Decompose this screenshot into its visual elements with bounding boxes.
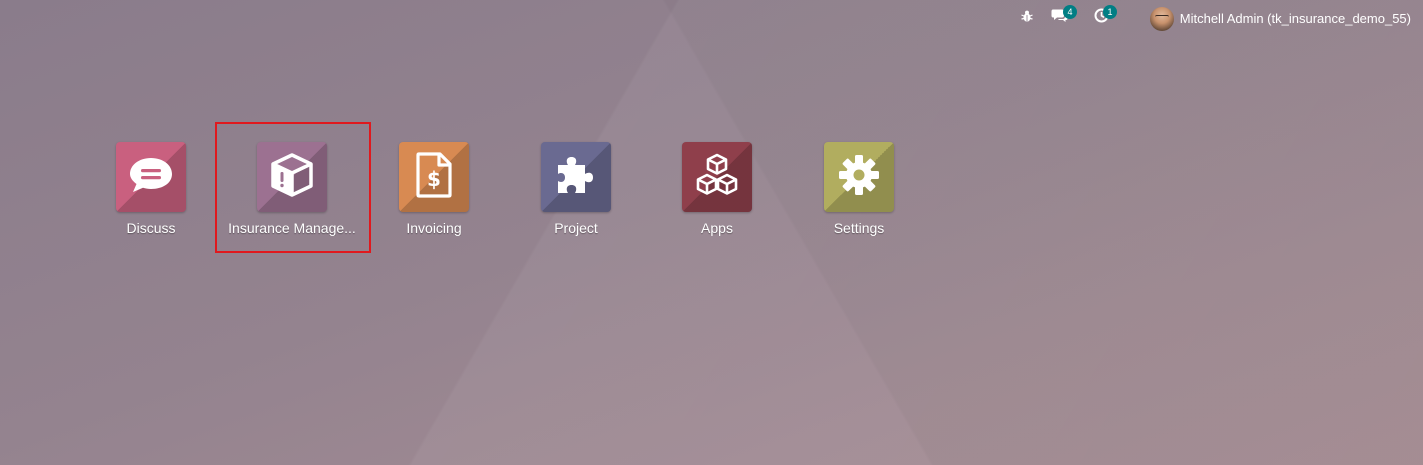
- box-warning-icon: [269, 152, 315, 203]
- svg-text:$: $: [427, 167, 441, 191]
- gear-icon: [837, 153, 881, 202]
- chat-bubble-icon: [127, 155, 175, 200]
- app-settings[interactable]: Settings: [789, 142, 929, 242]
- avatar: [1149, 6, 1174, 31]
- app-apps-tile: [682, 142, 752, 212]
- app-discuss[interactable]: Discuss: [81, 142, 221, 242]
- app-invoicing-tile: $: [399, 142, 469, 212]
- activities-button[interactable]: 1: [1094, 5, 1117, 28]
- user-menu[interactable]: Mitchell Admin (tk_insurance_demo_55): [1149, 6, 1411, 31]
- debug-button[interactable]: [1020, 8, 1034, 28]
- messages-button[interactable]: 4: [1051, 5, 1077, 28]
- app-invoicing-label: Invoicing: [406, 220, 462, 236]
- app-project-label: Project: [554, 220, 598, 236]
- messages-count-badge: 4: [1063, 5, 1077, 19]
- user-name: Mitchell Admin (tk_insurance_demo_55): [1179, 11, 1411, 26]
- app-settings-label: Settings: [833, 220, 885, 236]
- bug-icon: [1020, 9, 1034, 28]
- app-discuss-tile: [116, 142, 186, 212]
- app-apps[interactable]: Apps: [647, 142, 787, 242]
- puzzle-icon: [552, 151, 600, 204]
- top-navbar: 4 1 Mitchell Admin (tk_insurance_demo_55…: [0, 0, 1423, 36]
- app-settings-tile: [824, 142, 894, 212]
- app-project-tile: [541, 142, 611, 212]
- invoice-dollar-icon: $: [415, 151, 453, 203]
- activities-count-badge: 1: [1103, 5, 1117, 19]
- app-apps-label: Apps: [701, 220, 733, 236]
- app-project[interactable]: Project: [506, 142, 646, 242]
- cubes-icon: [693, 152, 741, 203]
- app-invoicing[interactable]: $ Invoicing: [364, 142, 504, 242]
- app-discuss-label: Discuss: [126, 220, 176, 236]
